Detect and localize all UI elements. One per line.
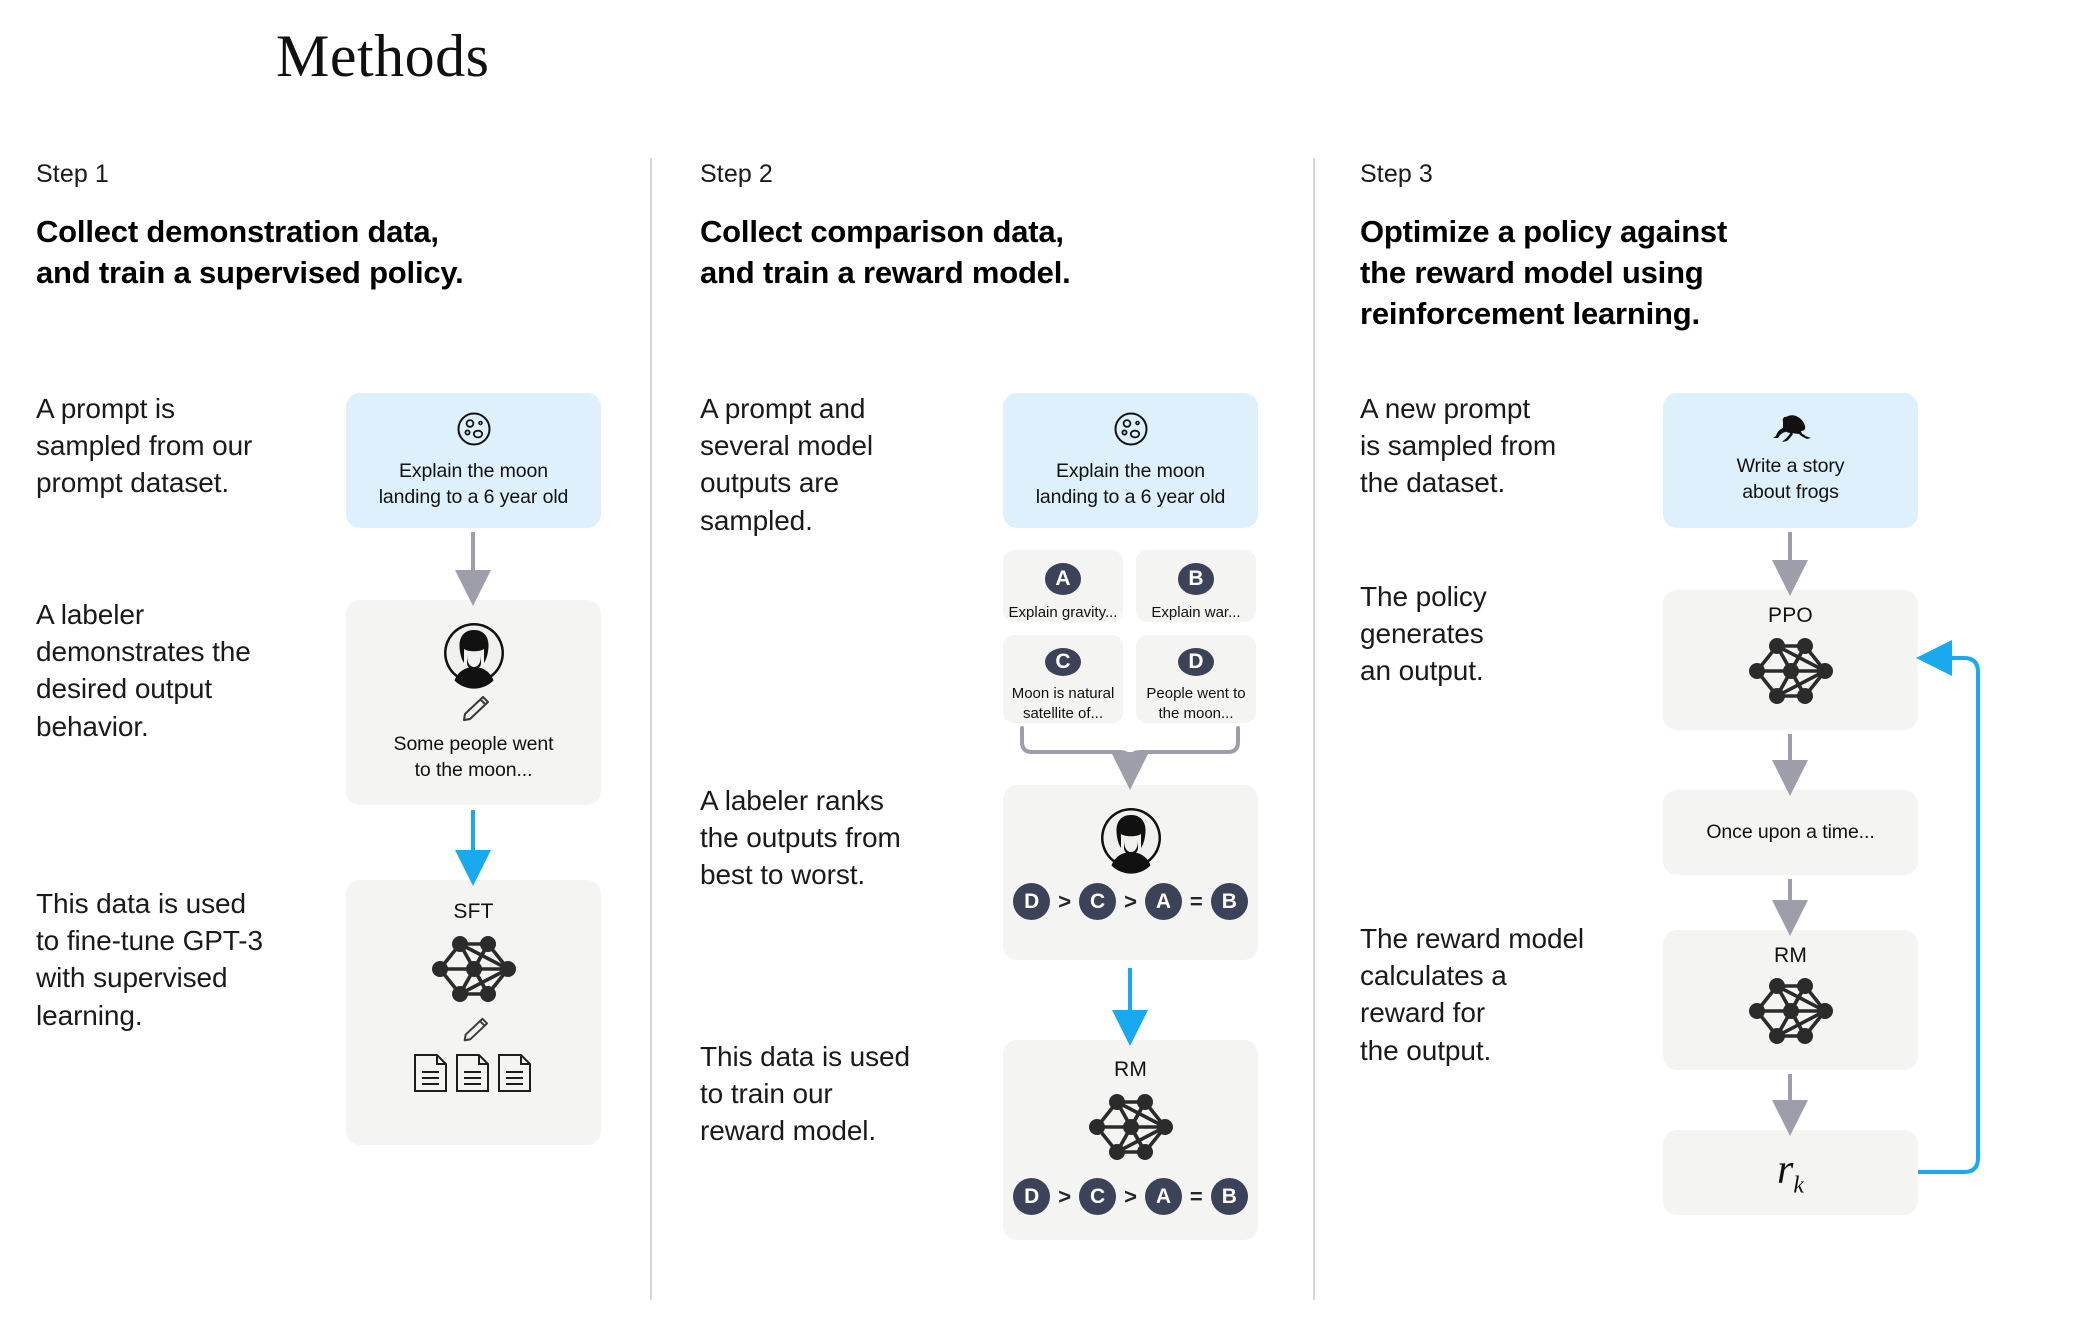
pencil-icon [458,1016,490,1044]
neural-network-icon [422,930,526,1008]
caption-new-prompt: A new prompt is sampled from the dataset… [1360,393,1557,499]
step-title: Optimize a policy against the reward mod… [1360,214,1728,332]
reward-value-box: rk [1663,1130,1918,1215]
moon-icon [1113,411,1149,447]
rank-badge-2: C [1079,883,1117,920]
rank-badge-4: B [1210,1178,1248,1215]
column-step-1: Step 1 Collect demonstration data, and t… [36,160,636,293]
rank-badge-3: A [1144,1178,1182,1215]
output-text: People went to the moon... [1146,685,1246,722]
rank-operator-2: > [1124,1183,1137,1209]
prompt-text: Explain the moon landing to a 6 year old [1035,460,1226,508]
moon-icon [456,411,492,447]
brace-outputs-to-ranking [1020,726,1240,768]
caption-train-reward-model: This data is used to train our reward mo… [700,1041,910,1147]
methods-diagram: Methods Step 1 Collect demonstration dat… [0,0,2086,1332]
step-label: Step 3 [1360,160,1433,188]
prompt-text: Explain the moon landing to a 6 year old [378,460,569,508]
rank-operator-3: = [1189,888,1203,914]
model-title: PPO [1768,604,1813,627]
ppo-policy-box: PPO [1663,590,1918,730]
rank-operator-2: > [1124,888,1137,914]
neural-network-icon [1079,1088,1183,1166]
output-card-d: D People went to the moon... [1136,635,1256,723]
column-step-2: Step 2 Collect comparison data, and trai… [700,160,1300,293]
labeler-avatar-icon [1100,807,1162,874]
step-title: Collect demonstration data, and train a … [36,214,464,291]
labeler-avatar-icon [443,622,505,689]
ranking-box: D > C > A = B [1003,785,1258,960]
sft-model-box: SFT [346,880,601,1145]
frog-icon [1769,411,1813,443]
model-title: RM [1773,944,1808,967]
documents-icon [412,1053,536,1093]
step-label: Step 2 [700,160,773,188]
model-title: RM [1113,1058,1148,1081]
reward-model-box-step2: RM D > C > A = B [1003,1040,1258,1240]
neural-network-icon [1739,972,1843,1050]
rank-badge-1: D [1013,883,1051,920]
generated-output-text: Once upon a time... [1706,820,1875,843]
column-divider-2 [1313,158,1315,1300]
arrow-reward-feedback-loop [1916,640,1980,1174]
rank-badge-4: B [1210,883,1248,920]
column-step-3: Step 3 Optimize a policy against the rew… [1360,160,1960,335]
ranking-order-row: D > C > A = B [1013,1178,1248,1215]
rank-badge-2: C [1079,1178,1117,1215]
generated-output-box: Once upon a time... [1663,790,1918,875]
output-card-c: C Moon is natural satellite of... [1003,635,1123,723]
pencil-icon [457,694,491,724]
output-letter-badge: B [1178,563,1214,595]
prompt-box-step2: Explain the moon landing to a 6 year old [1003,393,1258,528]
column-divider-1 [650,158,652,1300]
caption-finetune-gpt3: This data is used to fine-tune GPT-3 wit… [36,888,263,1031]
reward-model-box-step3: RM [1663,930,1918,1070]
caption-labeler-demonstrates: A labeler demonstrates the desired outpu… [36,599,251,742]
caption-policy-generates: The policy generates an output. [1360,581,1487,687]
output-text: Explain war... [1151,603,1241,621]
caption-prompt-outputs-sampled: A prompt and several model outputs are s… [700,393,874,536]
reward-symbol: rk [1776,1146,1804,1199]
prompt-box-step1: Explain the moon landing to a 6 year old [346,393,601,528]
rank-operator-3: = [1189,1183,1203,1209]
labeler-output-text: Some people went to the moon... [393,733,554,781]
caption-reward-calculated: The reward model calculates a reward for… [1360,923,1585,1066]
prompt-box-step3: Write a story about frogs [1663,393,1918,528]
output-letter-badge: D [1178,648,1214,676]
output-card-b: B Explain war... [1136,550,1256,622]
ranking-order-row: D > C > A = B [1013,883,1248,920]
step-label: Step 1 [36,160,109,188]
caption-prompt-sampled: A prompt is sampled from our prompt data… [36,393,253,499]
output-card-a: A Explain gravity... [1003,550,1123,622]
rank-badge-1: D [1013,1178,1051,1215]
model-title: SFT [453,900,494,923]
page-title: Methods [276,23,490,89]
neural-network-icon [1739,632,1843,710]
caption-labeler-ranks: A labeler ranks the outputs from best to… [700,785,901,891]
rank-operator-1: > [1058,888,1072,914]
prompt-text: Write a story about frogs [1736,455,1845,503]
output-text: Explain gravity... [1008,603,1118,621]
step-title: Collect comparison data, and train a rew… [700,214,1071,291]
labeler-box-step1: Some people went to the moon... [346,600,601,805]
rank-badge-3: A [1144,883,1182,920]
output-text: Moon is natural satellite of... [1011,685,1115,722]
output-letter-badge: C [1045,648,1081,676]
output-letter-badge: A [1045,563,1081,595]
rank-operator-1: > [1058,1183,1072,1209]
